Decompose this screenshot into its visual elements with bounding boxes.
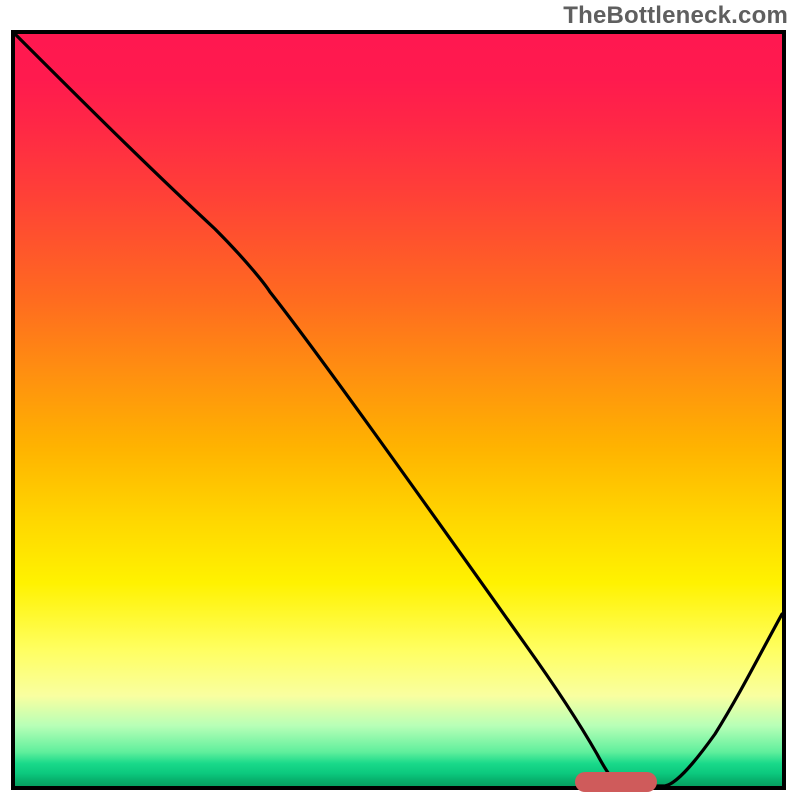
watermark-text: TheBottleneck.com [563, 2, 788, 30]
chart-frame: TheBottleneck.com [0, 0, 800, 800]
curve-path [15, 34, 782, 786]
bottleneck-curve [15, 34, 782, 786]
optimal-range-marker [575, 772, 657, 792]
plot-area [11, 30, 786, 790]
